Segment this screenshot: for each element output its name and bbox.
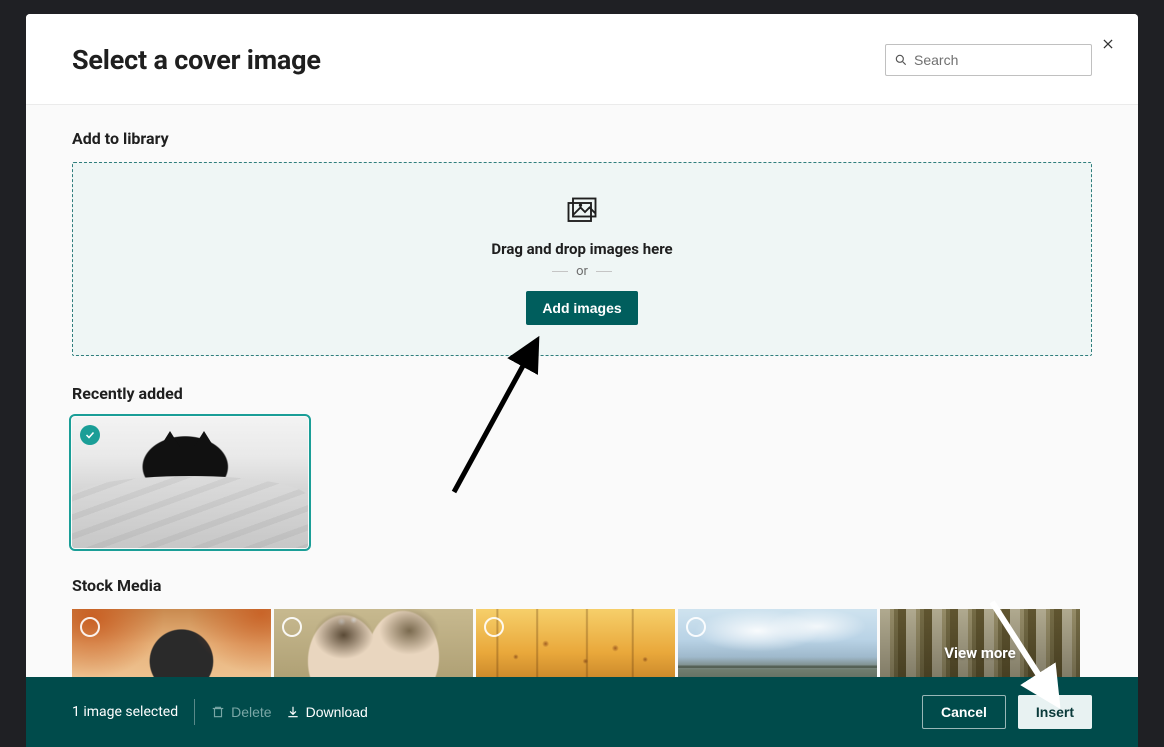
search-input[interactable]	[914, 52, 1083, 68]
section-title-add-to-library: Add to library	[72, 129, 1092, 148]
selection-count: 1 image selected	[72, 704, 178, 720]
delete-button[interactable]: Delete	[211, 704, 271, 720]
stock-thumb-1[interactable]	[72, 609, 271, 677]
insert-button[interactable]: Insert	[1018, 695, 1092, 729]
divider	[194, 699, 195, 725]
recently-added-row	[72, 417, 1092, 548]
selection-circle-icon[interactable]	[282, 617, 302, 637]
selection-circle-icon[interactable]	[686, 617, 706, 637]
dropzone-text: Drag and drop images here	[491, 240, 672, 258]
download-label: Download	[306, 704, 368, 720]
search-field[interactable]	[885, 44, 1092, 76]
modal-title: Select a cover image	[72, 44, 321, 76]
modal-footer: 1 image selected Delete Download Cancel …	[26, 677, 1138, 747]
cover-image-modal: Select a cover image Add to library Drag…	[26, 14, 1138, 747]
modal-body: Add to library Drag and drop images here…	[26, 105, 1138, 677]
selection-circle-icon[interactable]	[484, 617, 504, 637]
trash-icon	[211, 705, 225, 719]
stock-thumb-4[interactable]	[678, 609, 877, 677]
thumb-image	[72, 417, 308, 548]
dropzone[interactable]: Drag and drop images here or Add images	[72, 162, 1092, 356]
dropzone-or: or	[544, 264, 620, 279]
close-button[interactable]	[1096, 32, 1120, 56]
section-title-recently-added: Recently added	[72, 384, 1092, 403]
delete-label: Delete	[231, 704, 271, 720]
download-button[interactable]: Download	[286, 704, 368, 720]
cancel-button[interactable]: Cancel	[922, 695, 1006, 729]
stock-view-more[interactable]: View more	[880, 609, 1080, 677]
recent-thumb-1[interactable]	[72, 417, 308, 548]
add-images-button[interactable]: Add images	[526, 291, 637, 325]
or-text: or	[576, 264, 588, 279]
section-title-stock-media: Stock Media	[72, 576, 1092, 595]
download-icon	[286, 705, 300, 719]
stock-media-row: View more	[72, 609, 1092, 677]
close-icon	[1101, 37, 1115, 51]
stock-thumb-3[interactable]	[476, 609, 675, 677]
search-icon	[894, 53, 908, 67]
stock-thumb-2[interactable]	[274, 609, 473, 677]
modal-header: Select a cover image	[26, 14, 1138, 105]
selection-check-icon[interactable]	[80, 425, 100, 445]
images-icon	[564, 194, 600, 230]
view-more-label: View more	[944, 644, 1016, 662]
selection-circle-icon[interactable]	[80, 617, 100, 637]
